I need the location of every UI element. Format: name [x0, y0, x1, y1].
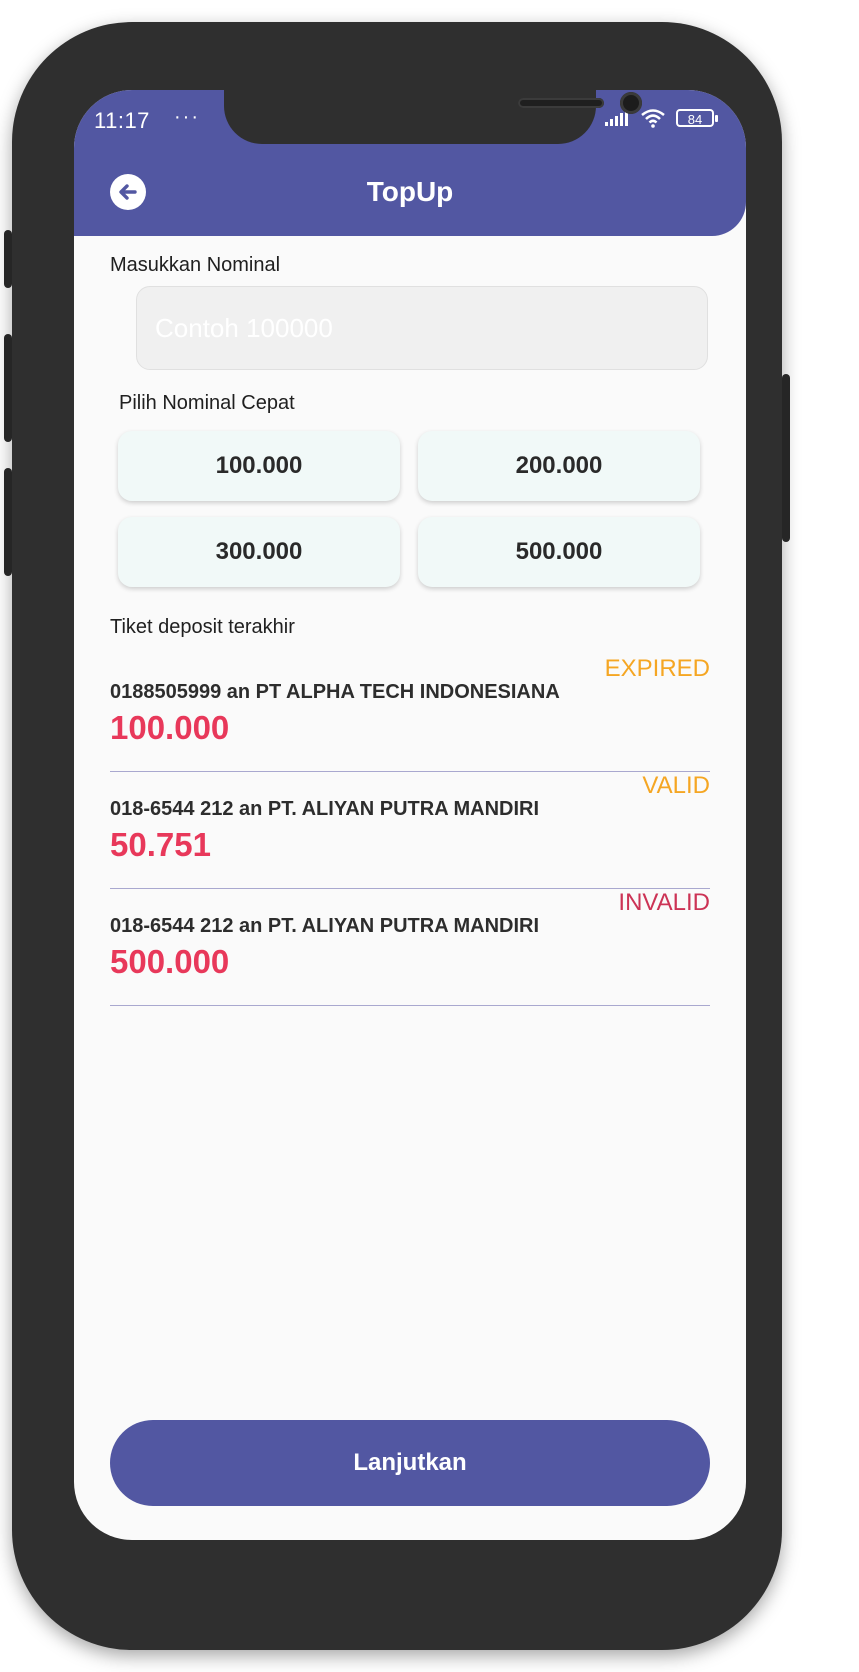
phone-side-button: [4, 334, 12, 442]
quick-nominal-label: Pilih Nominal Cepat: [119, 392, 295, 414]
ticket-amount: 50.751: [110, 826, 211, 863]
ticket-amount: 500.000: [110, 943, 230, 980]
phone-side-button: [4, 230, 12, 288]
ticket-item[interactable]: VALID 018-6544 212 an PT. ALIYAN PUTRA M…: [110, 772, 710, 889]
quick-nominal-300000[interactable]: 300.000: [118, 517, 400, 587]
status-time: 11:17: [94, 108, 150, 133]
status-more-icon: ···: [174, 106, 200, 128]
phone-side-button: [782, 374, 790, 542]
ticket-account: 0188505999 an PT ALPHA TECH INDONESIANA: [110, 681, 560, 703]
ticket-amount: 100.000: [110, 709, 230, 746]
quick-nominal-500000[interactable]: 500.000: [418, 517, 700, 587]
app-header: 11:17 ··· 84 TopUp: [74, 90, 746, 236]
app-screen: 11:17 ··· 84 TopUp Masukkan Nominal Cont…: [74, 90, 746, 1540]
status-icons: 84: [604, 108, 718, 128]
quick-nominal-100000[interactable]: 100.000: [118, 431, 400, 501]
phone-frame: 11:17 ··· 84 TopUp Masukkan Nominal Cont…: [4, 22, 790, 1650]
continue-button[interactable]: Lanjutkan: [110, 1420, 710, 1506]
page-title: TopUp: [366, 176, 454, 207]
quick-nominal-200000[interactable]: 200.000: [418, 431, 700, 501]
ticket-status: EXPIRED: [604, 655, 710, 682]
ticket-item[interactable]: EXPIRED 0188505999 an PT ALPHA TECH INDO…: [110, 655, 710, 772]
battery-icon: 84: [676, 109, 718, 127]
phone-side-button: [4, 468, 12, 576]
ticket-status: INVALID: [618, 889, 710, 916]
speaker-grille: [518, 98, 604, 108]
ticket-status: VALID: [642, 772, 710, 799]
wifi-icon: [641, 109, 665, 128]
phone-notch: [224, 90, 642, 144]
front-camera: [620, 92, 642, 114]
ticket-item[interactable]: INVALID 018-6544 212 an PT. ALIYAN PUTRA…: [110, 889, 710, 1006]
ticket-account: 018-6544 212 an PT. ALIYAN PUTRA MANDIRI: [110, 798, 540, 820]
nominal-input[interactable]: [136, 286, 708, 370]
ticket-account: 018-6544 212 an PT. ALIYAN PUTRA MANDIRI: [110, 915, 540, 937]
tickets-label: Tiket deposit terakhir: [110, 616, 295, 638]
nominal-label: Masukkan Nominal: [110, 254, 281, 276]
